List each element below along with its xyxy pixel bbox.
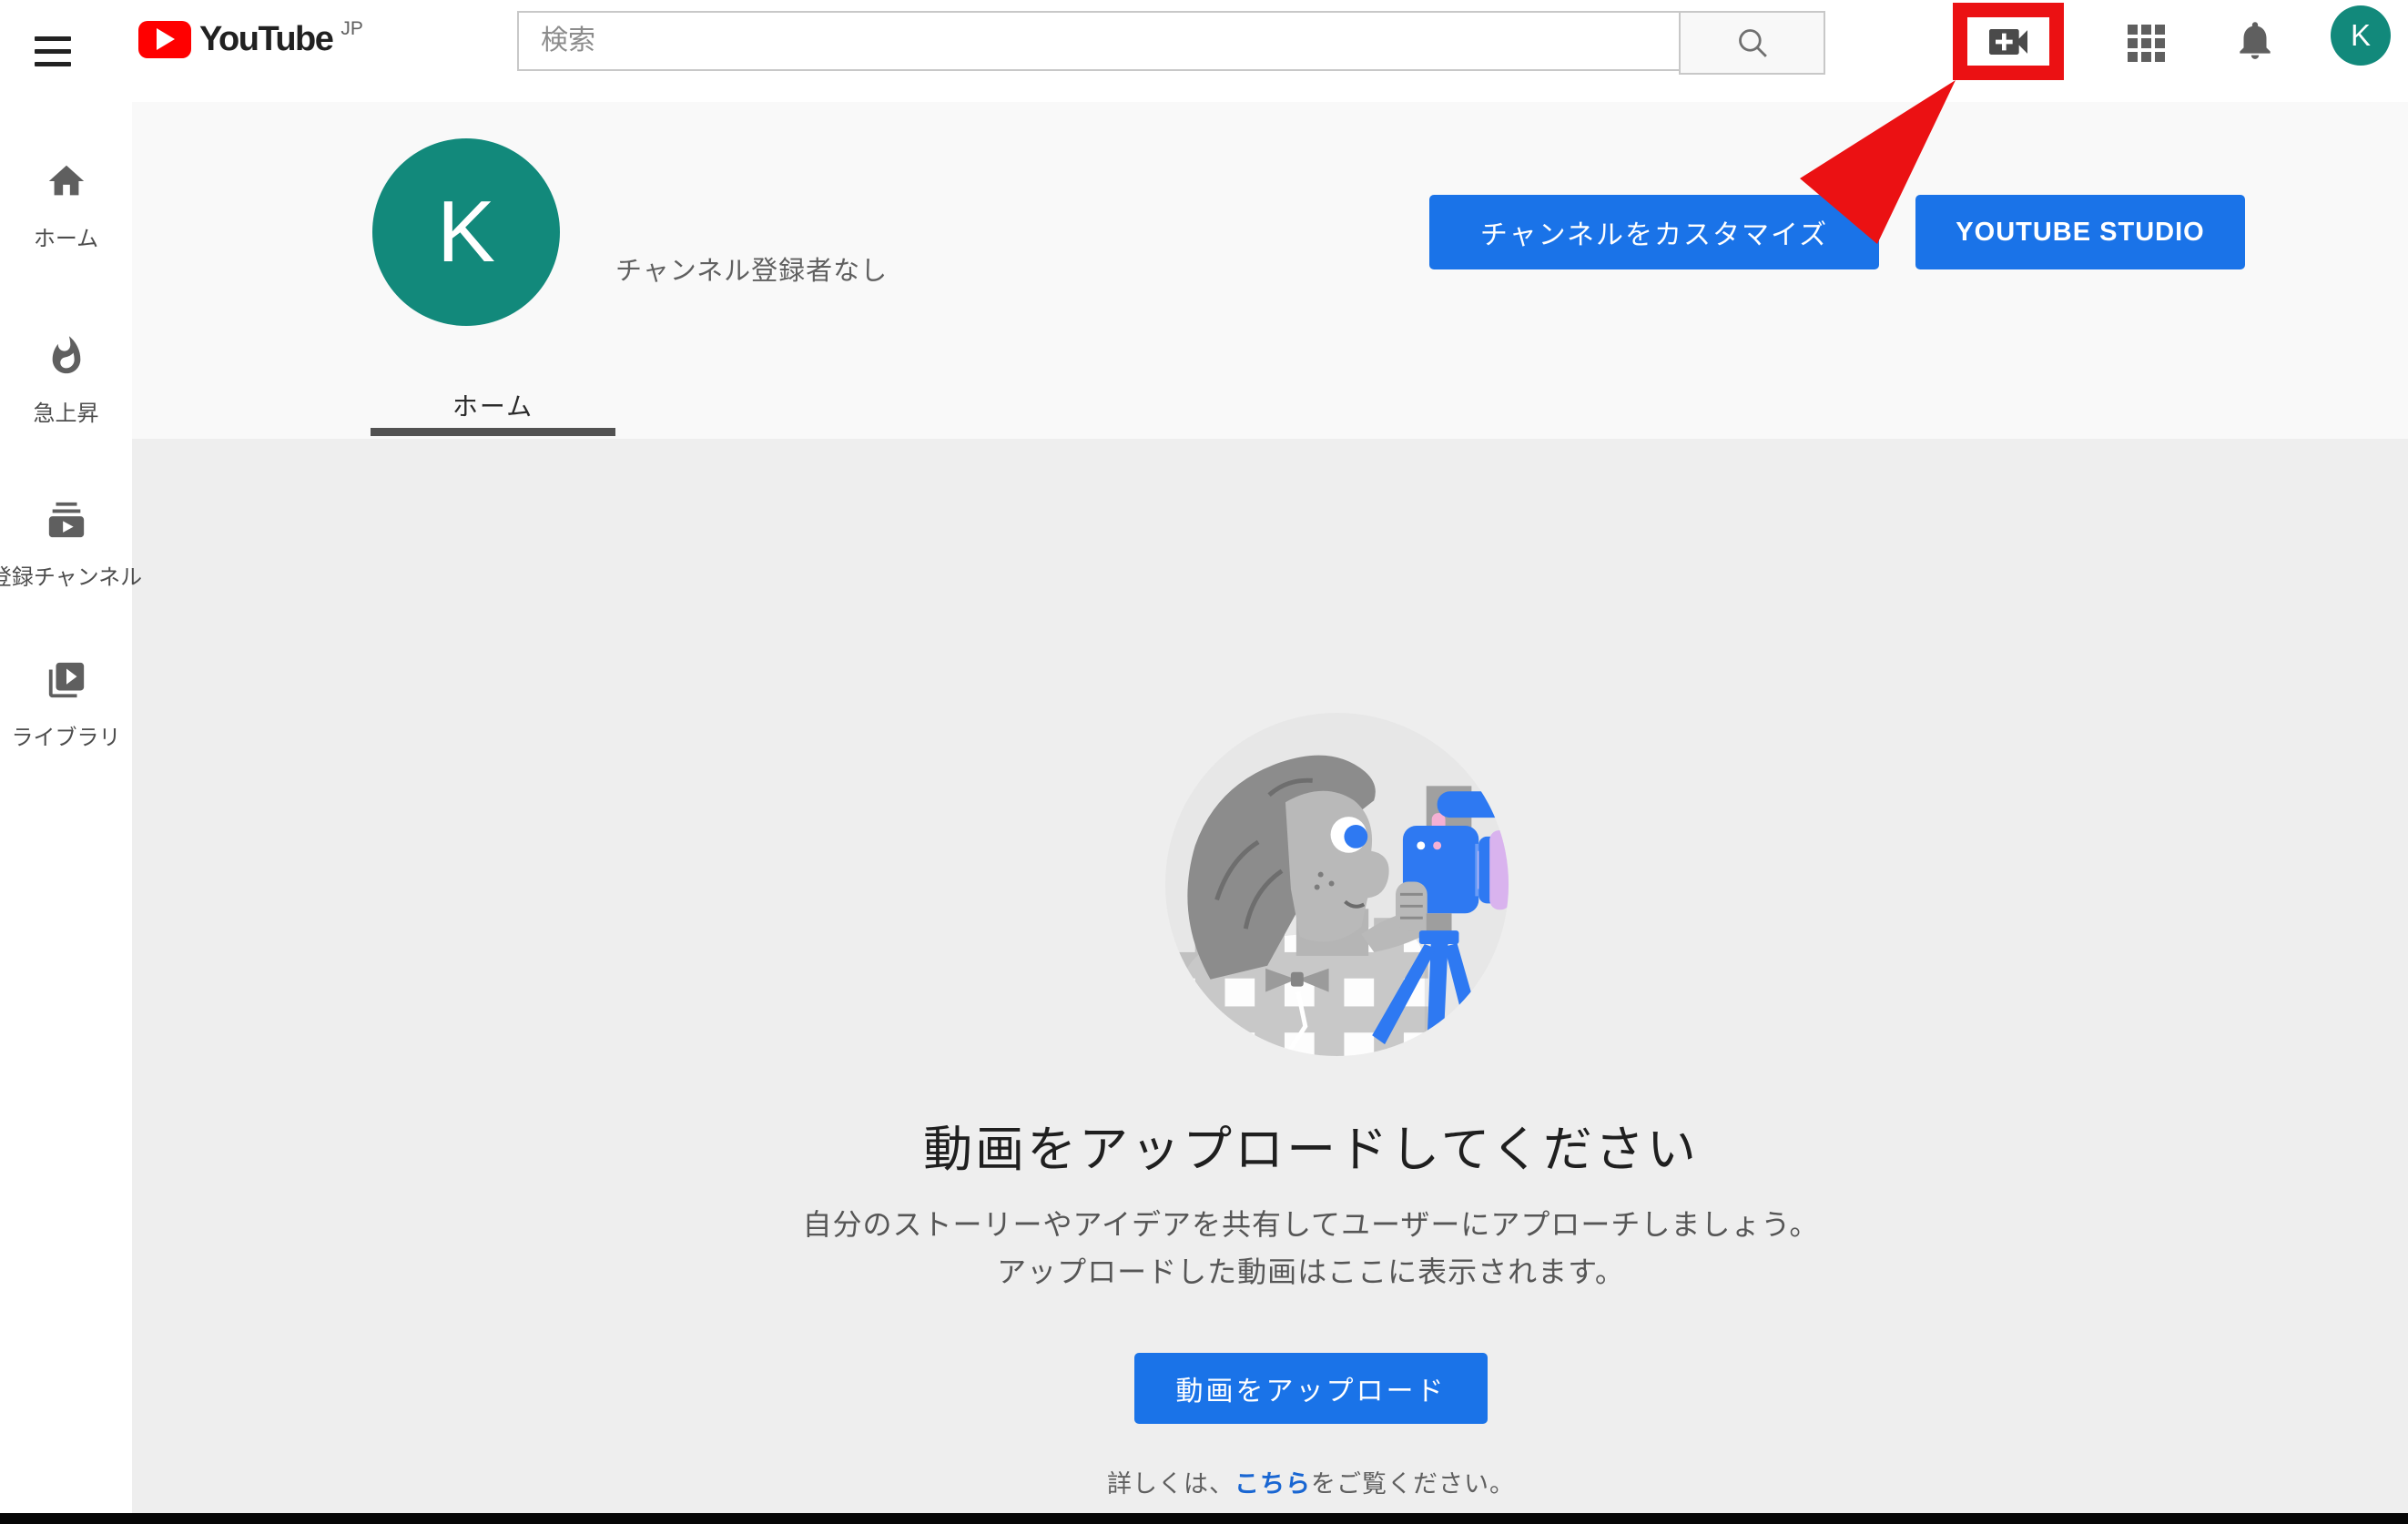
search-button[interactable] bbox=[1679, 11, 1825, 75]
youtube-logo-text: YouTube bbox=[199, 20, 332, 59]
help-text-prefix: 詳しくは、 bbox=[1107, 1470, 1234, 1498]
hamburger-menu-icon bbox=[35, 49, 71, 54]
youtube-logo[interactable]: YouTube JP bbox=[138, 18, 363, 60]
channel-avatar-initial: K bbox=[437, 182, 495, 282]
search-input[interactable] bbox=[517, 11, 1679, 71]
subscriptions-icon bbox=[46, 499, 87, 541]
youtube-studio-button[interactable]: YOUTUBE STUDIO bbox=[1915, 195, 2245, 269]
create-video-button[interactable] bbox=[1983, 16, 2034, 67]
sidebar-item-home[interactable]: ホーム bbox=[0, 160, 132, 306]
video-call-icon bbox=[1983, 16, 2034, 67]
empty-state-description: 自分のストーリーやアイデアを共有してユーザーにアプローチしましょう。 bbox=[583, 1202, 2039, 1244]
sidebar-item-label: 登録チャンネル bbox=[0, 559, 142, 591]
hamburger-menu-button[interactable] bbox=[33, 33, 73, 69]
account-avatar-initial: K bbox=[2351, 18, 2371, 53]
screen-bottom-edge bbox=[0, 1513, 2408, 1524]
empty-state-description: アップロードした動画はここに表示されます。 bbox=[583, 1249, 2039, 1291]
customize-channel-button[interactable]: チャンネルをカスタマイズ bbox=[1429, 195, 1879, 269]
sidebar-item-label: 急上昇 bbox=[34, 395, 99, 427]
subscriber-status: チャンネル登録者なし bbox=[615, 249, 888, 288]
account-avatar[interactable]: K bbox=[2331, 5, 2391, 66]
upload-illustration bbox=[1161, 708, 1513, 1061]
help-link[interactable]: こちら bbox=[1234, 1470, 1311, 1498]
hamburger-menu-icon bbox=[35, 36, 71, 41]
top-app-bar: YouTube JP K bbox=[0, 0, 2408, 102]
active-tab-underline bbox=[371, 428, 615, 436]
notifications-button[interactable] bbox=[2230, 16, 2280, 66]
youtube-channel-page: YouTube JP K bbox=[0, 0, 2408, 1524]
trending-icon bbox=[46, 335, 87, 377]
bell-icon bbox=[2232, 17, 2278, 63]
upload-video-button[interactable]: 動画をアップロード bbox=[1134, 1353, 1488, 1424]
youtube-play-icon bbox=[138, 21, 191, 58]
mini-guide-sidebar: ホーム 急上昇 登録チャンネル ライブラリ bbox=[0, 102, 132, 1513]
help-text-suffix: をご覧ください。 bbox=[1311, 1470, 1515, 1498]
annotation-highlight-box bbox=[1953, 3, 2064, 80]
apps-grid-icon bbox=[2128, 25, 2166, 63]
help-text: 詳しくは、こちらをご覧ください。 bbox=[583, 1464, 2039, 1499]
country-code-label: JP bbox=[340, 18, 363, 40]
sidebar-item-label: ライブラリ bbox=[12, 719, 121, 751]
empty-state-title: 動画をアップロードしてください bbox=[674, 1109, 1948, 1181]
sidebar-item-library[interactable]: ライブラリ bbox=[0, 659, 132, 805]
apps-grid-button[interactable] bbox=[2125, 22, 2169, 66]
search-icon bbox=[1733, 24, 1772, 62]
home-icon bbox=[46, 160, 87, 202]
hamburger-menu-icon bbox=[35, 62, 71, 66]
library-icon bbox=[46, 659, 87, 701]
channel-avatar: K bbox=[372, 138, 560, 326]
sidebar-item-subscriptions[interactable]: 登録チャンネル bbox=[0, 499, 132, 645]
sidebar-item-label: ホーム bbox=[34, 220, 98, 252]
sidebar-item-trending[interactable]: 急上昇 bbox=[0, 335, 132, 481]
